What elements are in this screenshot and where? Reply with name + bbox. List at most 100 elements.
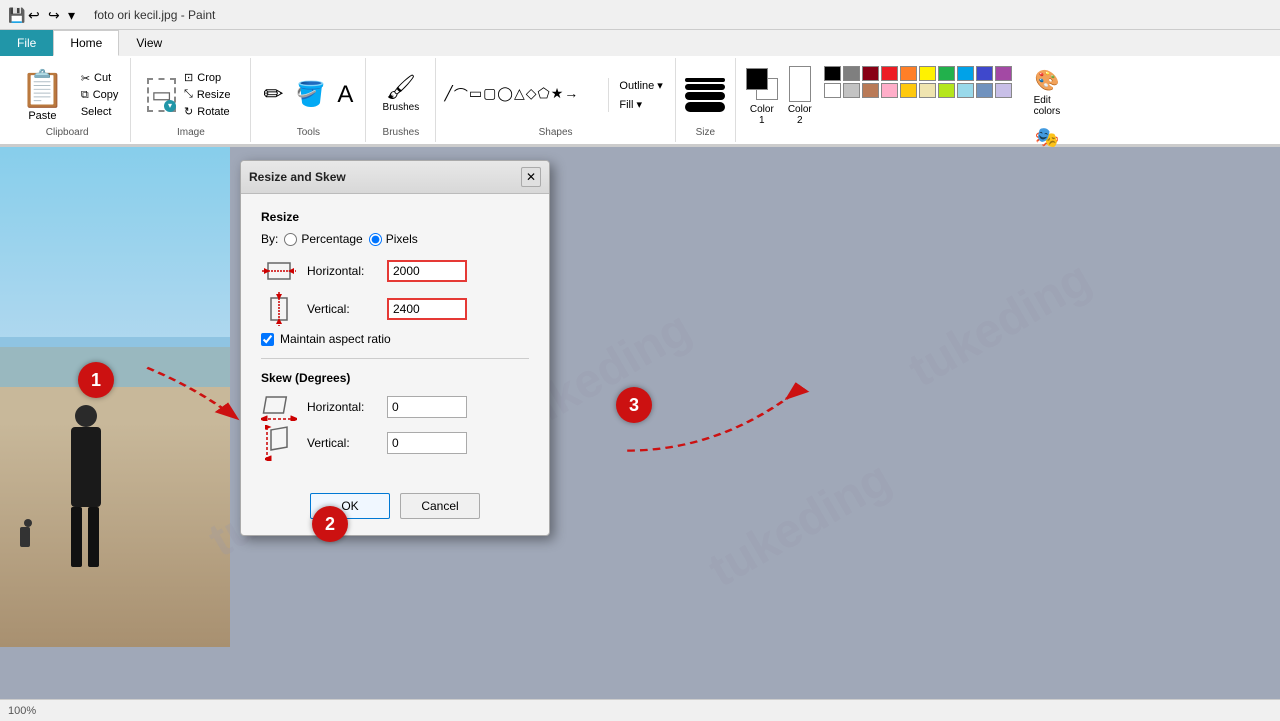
- fill-shape-button[interactable]: Fill ▾: [615, 97, 666, 112]
- shape-arrow[interactable]: →: [564, 85, 578, 105]
- brushes-group: 🖌 Brushes Brushes: [366, 58, 436, 142]
- resize-button[interactable]: ⤡ Resize: [180, 87, 234, 102]
- paste-button[interactable]: 📋 Paste: [12, 64, 73, 126]
- person: [60, 405, 101, 567]
- vertical-resize-row: Vertical:: [261, 294, 529, 324]
- shape-curve[interactable]: ⌒: [454, 85, 468, 105]
- shape-round-rect[interactable]: ▢: [483, 85, 496, 105]
- select-button[interactable]: Select: [77, 105, 123, 119]
- tab-home[interactable]: Home: [53, 30, 119, 56]
- copy-button[interactable]: ⧉ Copy: [77, 88, 123, 103]
- size-content: [685, 62, 725, 127]
- cut-button[interactable]: ✂ Cut: [77, 71, 123, 86]
- dialog-title-bar: Resize and Skew ✕: [241, 161, 549, 194]
- shape-triangle[interactable]: △: [514, 85, 525, 105]
- color-swatch[interactable]: [881, 83, 898, 98]
- skew-horizontal-input[interactable]: [387, 396, 467, 418]
- text-button[interactable]: A: [333, 81, 357, 109]
- size-1[interactable]: [685, 78, 725, 82]
- resize-section-title: Resize: [261, 210, 529, 224]
- clipboard-content: 📋 Paste ✂ Cut ⧉ Copy Select: [12, 62, 122, 127]
- color-swatch[interactable]: [938, 66, 955, 81]
- color1-label: Color1: [750, 104, 774, 126]
- skew-vertical-input[interactable]: [387, 432, 467, 454]
- pencil-button[interactable]: ✏: [259, 81, 287, 109]
- skew-vertical-icon: [261, 429, 297, 457]
- dialog-title: Resize and Skew: [249, 170, 346, 184]
- color-swatch[interactable]: [862, 66, 879, 81]
- watermark-4: tukeding: [900, 251, 1101, 399]
- tab-file[interactable]: File: [0, 30, 53, 56]
- dropdown-icon[interactable]: ▾: [68, 7, 84, 23]
- brushes-button[interactable]: 🖌 Brushes: [379, 74, 424, 115]
- color-swatch[interactable]: [976, 66, 993, 81]
- title-bar-icons[interactable]: 💾 ↩ ↪ ▾: [8, 7, 84, 23]
- tab-view[interactable]: View: [119, 30, 179, 56]
- percentage-radio[interactable]: [284, 233, 297, 246]
- edit-colors-button[interactable]: 🎨 Editcolors: [1030, 66, 1065, 119]
- color-swatch[interactable]: [919, 83, 936, 98]
- vertical-resize-input[interactable]: [387, 298, 467, 320]
- size-4[interactable]: [685, 102, 725, 112]
- shape-diamond[interactable]: ◇: [526, 85, 537, 105]
- image-content: ▭ ▾ ⊡ Crop ⤡ Resize ↻ Rotate: [147, 62, 234, 127]
- edit-colors-label: Editcolors: [1034, 95, 1061, 117]
- brushes-content: 🖌 Brushes: [379, 62, 424, 127]
- color2-preview[interactable]: [789, 66, 811, 102]
- outline-button[interactable]: Outline ▾: [615, 78, 666, 93]
- maintain-aspect-checkbox[interactable]: [261, 333, 274, 346]
- save-icon[interactable]: 💾: [8, 7, 24, 23]
- tools-label: Tools: [297, 127, 320, 138]
- pixels-option[interactable]: Pixels: [369, 232, 418, 246]
- shape-line[interactable]: ╱: [444, 85, 452, 105]
- dialog-body: Resize By: Percentage Pixels: [241, 194, 549, 481]
- undo-icon[interactable]: ↩: [28, 7, 44, 23]
- sky: [0, 147, 230, 347]
- crop-button[interactable]: ⊡ Crop: [180, 70, 234, 85]
- copy-label: Copy: [93, 89, 119, 101]
- fill-button[interactable]: 🪣: [291, 81, 329, 109]
- redo-icon[interactable]: ↪: [48, 7, 64, 23]
- size-3[interactable]: [685, 92, 725, 100]
- resize-by-row: By: Percentage Pixels: [261, 232, 529, 246]
- color-swatch[interactable]: [881, 66, 898, 81]
- shape-rect[interactable]: ▭: [469, 85, 482, 105]
- color-swatch[interactable]: [824, 66, 841, 81]
- shape-ellipse[interactable]: ◯: [497, 85, 513, 105]
- pixels-radio[interactable]: [369, 233, 382, 246]
- colors-group: Color1 Color2 🎨 Editcolors: [736, 58, 1078, 142]
- brushes-label: Brushes: [383, 102, 420, 113]
- paste-label: Paste: [28, 110, 56, 122]
- color1-swatch[interactable]: [746, 68, 768, 90]
- color-swatch[interactable]: [957, 66, 974, 81]
- by-label: By:: [261, 232, 278, 246]
- color-swatch[interactable]: [862, 83, 879, 98]
- color-swatch[interactable]: [976, 83, 993, 98]
- shape-star[interactable]: ★: [551, 85, 564, 105]
- dialog-close-button[interactable]: ✕: [521, 167, 541, 187]
- color-swatch[interactable]: [995, 83, 1012, 98]
- rotate-button[interactable]: ↻ Rotate: [180, 104, 234, 119]
- color-swatch[interactable]: [900, 83, 917, 98]
- percentage-option[interactable]: Percentage: [284, 232, 362, 246]
- color-swatch[interactable]: [919, 66, 936, 81]
- color-swatch[interactable]: [900, 66, 917, 81]
- shape-pentagon[interactable]: ⬠: [538, 85, 550, 105]
- color-swatch[interactable]: [843, 66, 860, 81]
- color-swatch[interactable]: [938, 83, 955, 98]
- cancel-button[interactable]: Cancel: [400, 493, 480, 519]
- image-small-buttons: ⊡ Crop ⤡ Resize ↻ Rotate: [180, 70, 234, 119]
- color-swatch[interactable]: [843, 83, 860, 98]
- color-swatch[interactable]: [957, 83, 974, 98]
- color-swatch[interactable]: [824, 83, 841, 98]
- shapes-group: ╱ ⌒ ▭ ▢ ◯ △ ◇ ⬠ ★ → Outline ▾ Fill ▾ Sha…: [436, 58, 675, 142]
- shapes-content: ╱ ⌒ ▭ ▢ ◯ △ ◇ ⬠ ★ → Outline ▾ Fill ▾: [444, 62, 666, 127]
- clipboard-group: 📋 Paste ✂ Cut ⧉ Copy Select: [4, 58, 131, 142]
- dialog-footer: OK Cancel: [241, 481, 549, 535]
- horizontal-resize-input[interactable]: [387, 260, 467, 282]
- copy-icon: ⧉: [81, 89, 89, 102]
- color-swatch[interactable]: [995, 66, 1012, 81]
- size-2[interactable]: [685, 84, 725, 90]
- skew-vertical-row: Vertical:: [261, 429, 529, 457]
- select-label: Select: [81, 106, 112, 118]
